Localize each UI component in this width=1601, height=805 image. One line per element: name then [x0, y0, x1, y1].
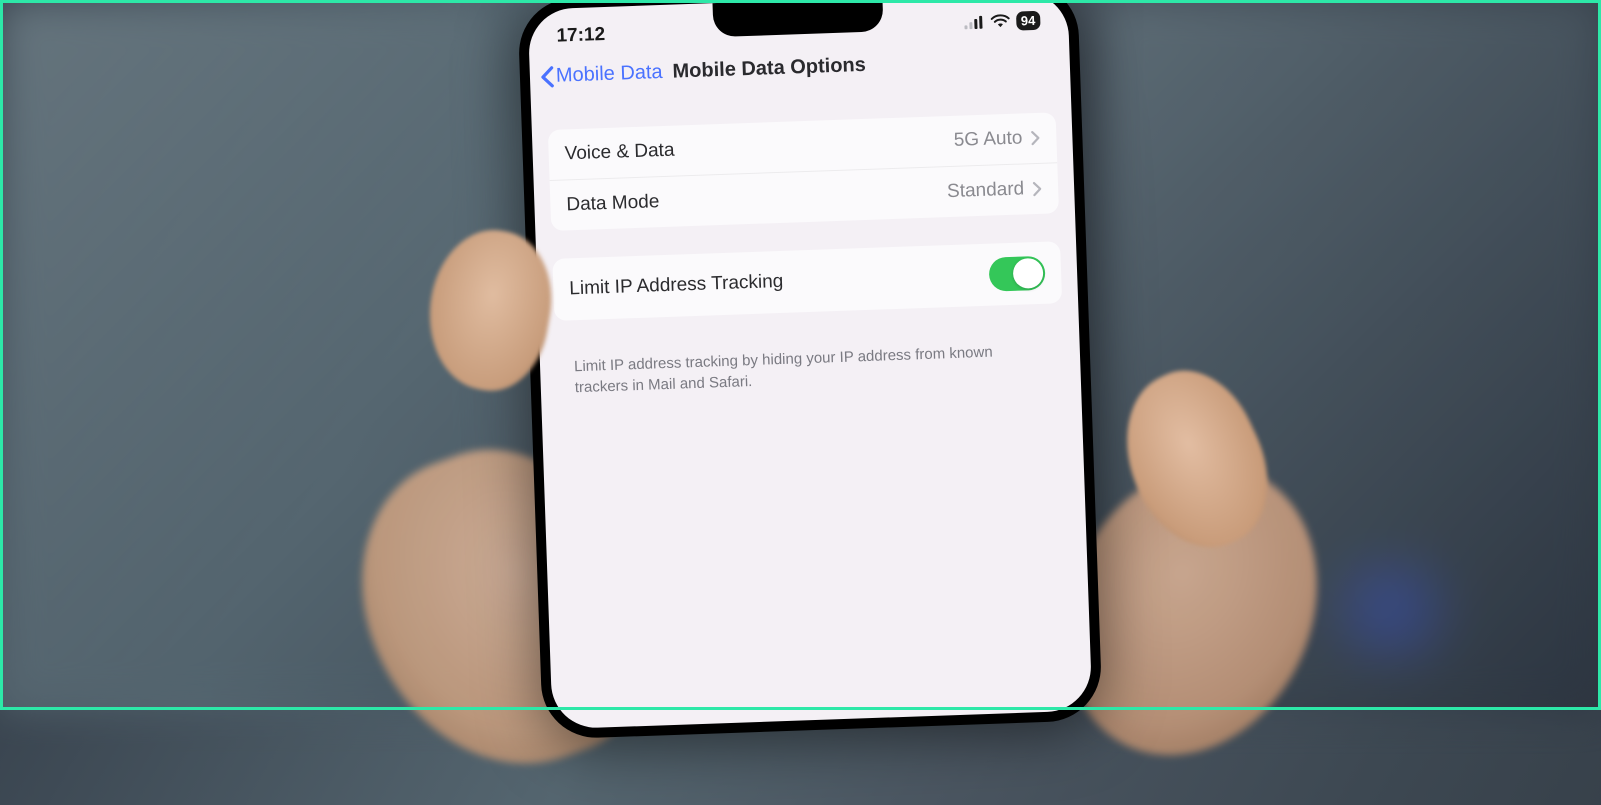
phone-screen: 17:12 94 [528, 0, 1093, 729]
back-label: Mobile Data [556, 61, 663, 88]
notch [712, 0, 883, 37]
row-value: 5G Auto [953, 127, 1022, 151]
group-footer-text: Limit IP address tracking by hiding your… [555, 331, 1064, 399]
chevron-right-icon [1032, 181, 1043, 197]
row-limit-ip-tracking: Limit IP Address Tracking [552, 241, 1062, 321]
row-label: Limit IP Address Tracking [569, 264, 990, 301]
battery-icon: 94 [1015, 10, 1040, 30]
nav-title: Mobile Data Options [672, 54, 866, 84]
settings-group-connection: Voice & Data 5G Auto Data Mode Standard [548, 112, 1059, 231]
settings-content: Voice & Data 5G Auto Data Mode Standard [532, 112, 1081, 400]
row-label: Voice & Data [564, 130, 954, 166]
battery-level: 94 [1021, 12, 1036, 27]
settings-group-privacy: Limit IP Address Tracking [552, 241, 1062, 321]
back-button[interactable]: Mobile Data [540, 61, 663, 88]
row-label: Data Mode [566, 181, 947, 216]
status-time: 17:12 [556, 24, 605, 48]
chevron-right-icon [1030, 130, 1041, 146]
chevron-left-icon [540, 65, 555, 87]
cellular-icon [964, 15, 984, 30]
toggle-knob [1013, 258, 1044, 289]
limit-ip-toggle[interactable] [989, 256, 1046, 292]
phone-frame: 17:12 94 [517, 0, 1102, 740]
wifi-icon [990, 14, 1010, 29]
row-value: Standard [947, 178, 1025, 203]
status-icons: 94 [964, 10, 1041, 32]
